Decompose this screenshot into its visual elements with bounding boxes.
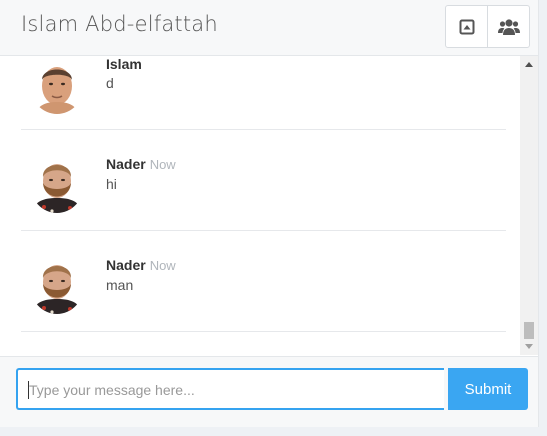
message-author-name: Nader [106, 156, 146, 172]
message-text: man [106, 277, 134, 293]
nader-avatar [30, 155, 84, 213]
nader-avatar [30, 256, 84, 314]
composer: Type your message here... Submit [0, 356, 538, 427]
submit-button[interactable]: Submit [448, 368, 528, 410]
message-input[interactable]: Type your message here... [16, 368, 444, 410]
message-item: Islam d [21, 56, 506, 130]
message-text: d [106, 75, 114, 91]
triangle-up-icon [525, 62, 533, 67]
message-input-placeholder: Type your message here... [29, 382, 195, 398]
minimize-button[interactable] [446, 6, 487, 47]
triangle-down-icon [525, 344, 533, 349]
islam-avatar [30, 56, 84, 114]
header-button-group [445, 5, 530, 48]
message-author-name: Nader [106, 257, 146, 273]
message-item: Nader Now hi [21, 129, 506, 231]
message-timestamp: Now [149, 157, 176, 172]
message-timestamp: Now [149, 258, 176, 273]
chat-header: Islam Abd-elfattah [0, 0, 538, 56]
chat-title: Islam Abd-elfattah [21, 12, 218, 36]
chat-panel: Islam Abd-elfattah Islam d Nader Now hi … [0, 0, 539, 427]
message-list[interactable]: Islam d Nader Now hi Nader Now man [0, 56, 520, 355]
message-author: Nader Now [106, 156, 176, 172]
users-icon [497, 18, 520, 35]
message-author: Islam [106, 56, 142, 72]
message-author: Nader Now [106, 257, 176, 273]
message-text: hi [106, 176, 117, 192]
scroll-down-button[interactable] [520, 339, 538, 355]
message-scrollbar[interactable] [520, 56, 538, 355]
participants-button[interactable] [487, 6, 529, 47]
caret-square-up-icon [459, 19, 474, 34]
scroll-up-button[interactable] [520, 56, 538, 72]
scrollbar-thumb[interactable] [524, 322, 534, 339]
message-item: Nader Now man [21, 230, 506, 332]
